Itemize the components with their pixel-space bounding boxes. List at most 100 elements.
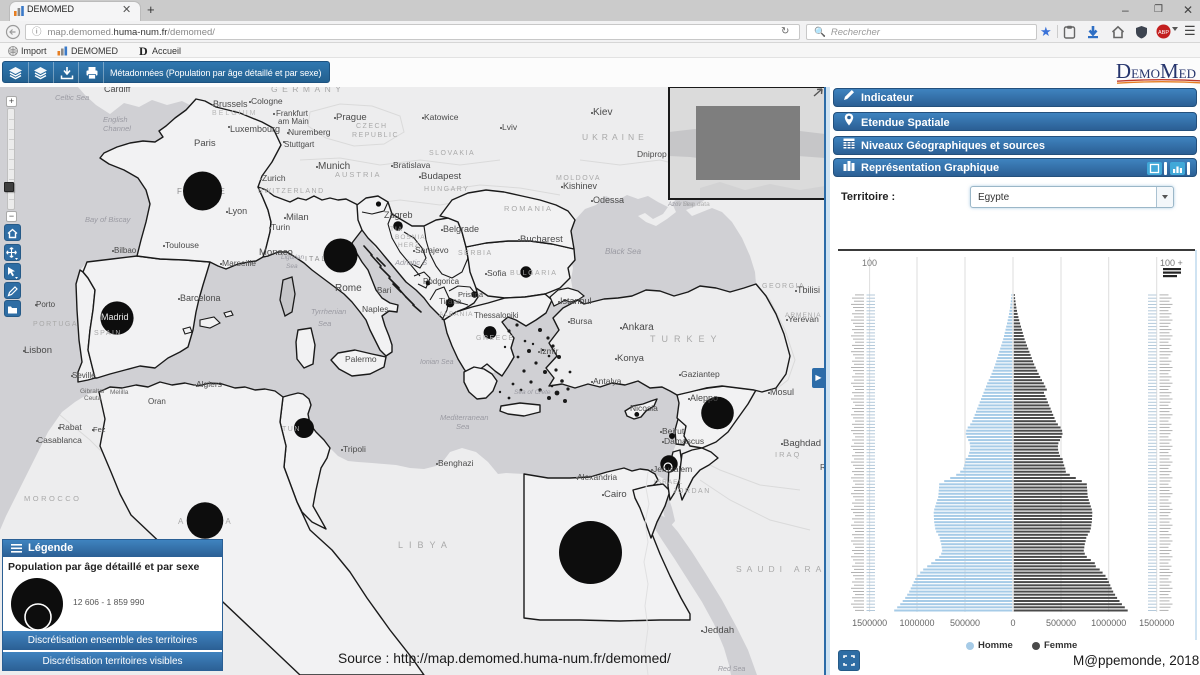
svg-text:BELGIUM: BELGIUM: [212, 110, 258, 117]
svg-text:Ceuta: Ceuta: [84, 395, 102, 402]
svg-text:Channel: Channel: [103, 124, 131, 133]
svg-text:SPAIN: SPAIN: [94, 330, 122, 337]
svg-text:Gaziantep: Gaziantep: [681, 369, 720, 379]
svg-text:Palermo: Palermo: [345, 354, 377, 364]
svg-text:Bucharest: Bucharest: [520, 234, 563, 245]
svg-text:Stuttgart: Stuttgart: [284, 140, 315, 149]
svg-text:Benghazi: Benghazi: [438, 458, 474, 468]
svg-text:Seville: Seville: [72, 371, 96, 380]
svg-text:Sea: Sea: [286, 263, 298, 270]
svg-text:Brussels: Brussels: [213, 99, 248, 109]
svg-text:Adriatic S: Adriatic S: [394, 258, 427, 267]
svg-text:REPUBLIC: REPUBLIC: [352, 132, 399, 139]
svg-text:TIA: TIA: [390, 226, 403, 233]
svg-text:TURKEY: TURKEY: [650, 334, 723, 344]
svg-text:Bay of Biscay: Bay of Biscay: [85, 215, 132, 224]
svg-text:Sarajevo: Sarajevo: [415, 245, 449, 255]
svg-text:Ligurian: Ligurian: [281, 254, 305, 261]
svg-text:Barcelona: Barcelona: [180, 293, 221, 303]
svg-text:Turin: Turin: [271, 222, 290, 232]
svg-text:Jerusalem: Jerusalem: [653, 464, 692, 474]
svg-text:ALBANIA: ALBANIA: [439, 311, 473, 318]
svg-text:Fez: Fez: [93, 425, 106, 434]
svg-text:SAUDI ARAB: SAUDI ARAB: [736, 564, 830, 574]
svg-text:Oran: Oran: [148, 397, 166, 406]
svg-text:Yerevan: Yerevan: [788, 314, 819, 324]
svg-text:Celtic Sea: Celtic Sea: [55, 93, 89, 102]
svg-text:ROMANIA: ROMANIA: [504, 204, 553, 213]
svg-text:MOROCCO: MOROCCO: [24, 494, 82, 503]
svg-text:Lviv: Lviv: [502, 122, 518, 132]
svg-text:IRAQ: IRAQ: [775, 450, 801, 459]
svg-text:1500000: 1500000: [852, 618, 887, 628]
svg-text:Zagreb: Zagreb: [384, 210, 413, 220]
svg-text:Odessa: Odessa: [593, 195, 624, 205]
svg-text:0: 0: [1010, 618, 1015, 628]
svg-text:Podgorica: Podgorica: [423, 277, 460, 286]
svg-text:JORDAN: JORDAN: [673, 488, 711, 495]
svg-text:Bilbao: Bilbao: [114, 246, 137, 255]
svg-text:English: English: [103, 115, 128, 124]
svg-text:LIBYA: LIBYA: [398, 540, 453, 550]
svg-text:Cologne: Cologne: [251, 96, 283, 106]
svg-text:Kishinev: Kishinev: [563, 181, 598, 191]
svg-text:1000000: 1000000: [1091, 618, 1126, 628]
svg-text:500000: 500000: [1046, 618, 1076, 628]
svg-text:Bursa: Bursa: [570, 316, 592, 326]
svg-text:Belgrade: Belgrade: [443, 224, 479, 234]
svg-text:Melilla: Melilla: [110, 389, 129, 396]
svg-text:1000000: 1000000: [899, 618, 934, 628]
svg-text:Sofia: Sofia: [487, 268, 507, 278]
svg-text:500000: 500000: [950, 618, 980, 628]
svg-text:Rome: Rome: [335, 283, 362, 294]
svg-text:© Map data: © Map data: [676, 200, 710, 208]
svg-text:HERZ: HERZ: [398, 242, 420, 249]
svg-text:Lisbon: Lisbon: [24, 345, 52, 356]
svg-text:PORTUGA: PORTUGA: [33, 321, 78, 328]
svg-text:Tyrrhenian: Tyrrhenian: [311, 307, 346, 316]
svg-text:Cairo: Cairo: [604, 489, 627, 500]
svg-text:100 +: 100 +: [1160, 258, 1183, 268]
svg-text:Ionian Sea: Ionian Sea: [420, 359, 454, 366]
svg-text:AUSTRIA: AUSTRIA: [335, 170, 382, 179]
svg-text:Alexandria: Alexandria: [577, 472, 617, 482]
svg-text:CZECH: CZECH: [356, 123, 388, 130]
svg-text:Madrid: Madrid: [101, 312, 129, 322]
svg-text:Source : http://map.demomed.hu: Source : http://map.demomed.huma-num.fr/…: [338, 651, 671, 666]
svg-text:Black Sea: Black Sea: [605, 247, 642, 256]
svg-text:Prague: Prague: [336, 112, 367, 123]
svg-text:am Main: am Main: [278, 117, 309, 126]
svg-text:Istanbul: Istanbul: [560, 296, 592, 306]
svg-text:Lyon: Lyon: [228, 206, 247, 216]
svg-text:Damascus: Damascus: [664, 436, 704, 446]
svg-text:BULGARIA: BULGARIA: [510, 270, 557, 277]
svg-text:Mediterranean: Mediterranean: [440, 413, 488, 422]
svg-text:Algiers: Algiers: [196, 379, 222, 389]
svg-text:Marseille: Marseille: [222, 258, 256, 268]
svg-text:Tripoli: Tripoli: [343, 444, 366, 454]
svg-text:Red Sea: Red Sea: [718, 666, 745, 673]
svg-text:GREECE: GREECE: [476, 335, 515, 342]
svg-text:Mosul: Mosul: [770, 387, 794, 397]
svg-text:ABP: ABP: [1158, 30, 1169, 36]
svg-text:100: 100: [862, 258, 877, 268]
svg-text:Bari: Bari: [377, 286, 391, 295]
svg-text:Casablanca: Casablanca: [37, 435, 82, 445]
svg-text:SERBIA: SERBIA: [458, 250, 493, 257]
svg-text:Sea of Crete: Sea of Crete: [514, 389, 551, 396]
svg-text:Konya: Konya: [617, 353, 645, 364]
svg-text:TUN: TUN: [282, 426, 301, 433]
svg-text:Nuremberg: Nuremberg: [288, 127, 331, 137]
svg-text:Paris: Paris: [194, 138, 216, 149]
svg-text:Antalya: Antalya: [593, 376, 622, 386]
svg-text:Pristina: Pristina: [458, 290, 484, 299]
svg-text:SWITZERLAND: SWITZERLAND: [258, 188, 325, 195]
svg-text:ISRAEL: ISRAEL: [654, 479, 683, 486]
svg-text:Nicosia: Nicosia: [630, 403, 658, 413]
svg-text:Sea: Sea: [318, 319, 331, 328]
svg-text:Cardiff: Cardiff: [104, 87, 131, 94]
svg-text:GERMANY: GERMANY: [271, 87, 345, 94]
svg-text:Zurich: Zurich: [262, 173, 286, 183]
svg-text:Kiev: Kiev: [593, 107, 612, 118]
svg-text:Sea: Sea: [456, 422, 469, 431]
